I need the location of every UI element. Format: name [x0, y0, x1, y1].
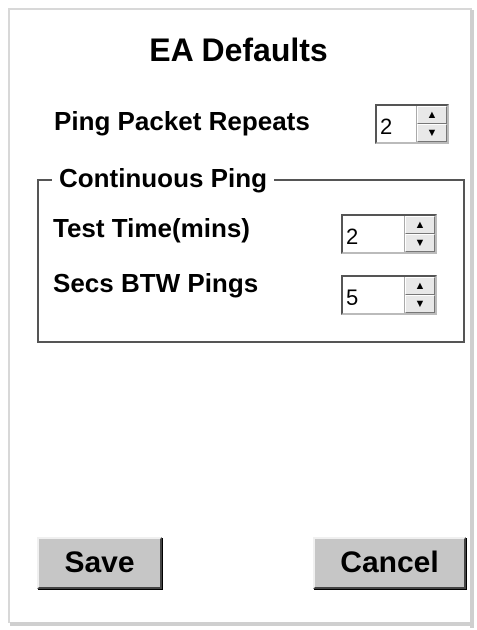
- test-time-stepper[interactable]: 2 ▲ ▼: [341, 214, 437, 254]
- arrow-up-icon[interactable]: ▲: [405, 277, 435, 295]
- ping-packet-repeats-value[interactable]: 2: [377, 106, 416, 142]
- dialog-title: EA Defaults: [149, 32, 328, 68]
- save-button[interactable]: Save: [37, 537, 162, 589]
- arrow-up-icon[interactable]: ▲: [405, 216, 435, 234]
- continuous-ping-group: [37, 179, 465, 343]
- secs-btw-pings-stepper[interactable]: 5 ▲ ▼: [341, 275, 437, 315]
- test-time-label: Test Time(mins): [53, 213, 250, 243]
- window-border-right: [470, 10, 474, 628]
- window-border-bottom: [10, 622, 474, 626]
- ping-packet-repeats-stepper[interactable]: 2 ▲ ▼: [375, 104, 449, 144]
- test-time-value[interactable]: 2: [343, 216, 404, 252]
- arrow-down-icon[interactable]: ▼: [405, 295, 435, 313]
- secs-btw-pings-value[interactable]: 5: [343, 277, 404, 313]
- continuous-ping-legend: Continuous Ping: [52, 163, 274, 194]
- secs-btw-pings-label: Secs BTW Pings: [53, 268, 259, 298]
- arrow-down-icon[interactable]: ▼: [405, 234, 435, 252]
- arrow-down-icon[interactable]: ▼: [417, 124, 447, 142]
- ping-packet-repeats-label: Ping Packet Repeats: [54, 106, 310, 136]
- arrow-up-icon[interactable]: ▲: [417, 106, 447, 124]
- cancel-button[interactable]: Cancel: [313, 537, 466, 589]
